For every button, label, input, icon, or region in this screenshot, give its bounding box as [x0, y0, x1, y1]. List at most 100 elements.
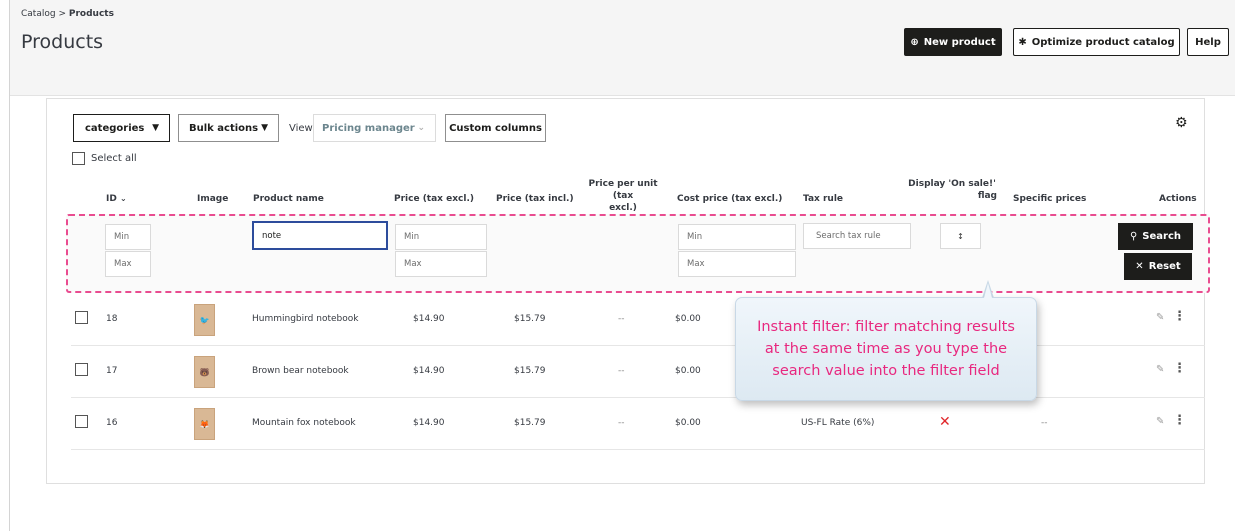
- bulk-actions-dropdown[interactable]: Bulk actions ▼: [178, 114, 279, 142]
- id-label: ID: [106, 194, 117, 204]
- select-all[interactable]: Select all: [72, 152, 137, 165]
- display-onsale-line1: Display 'On sale!': [908, 179, 996, 189]
- row-price-per-unit: --: [618, 314, 625, 324]
- product-thumbnail[interactable]: 🦊: [194, 408, 215, 440]
- page-header: Catalog > Products Products ⊕ New produc…: [10, 0, 1235, 96]
- new-product-button[interactable]: ⊕ New product: [904, 28, 1002, 56]
- table-row[interactable]: 16 🦊 Mountain fox notebook $14.90 $15.79…: [71, 398, 1205, 450]
- reset-label: Reset: [1148, 261, 1181, 272]
- price-max-input[interactable]: Max: [395, 251, 487, 277]
- page-title: Products: [21, 31, 104, 53]
- row-checkbox[interactable]: [75, 311, 88, 324]
- row-cost-price[interactable]: $0.00: [675, 314, 701, 324]
- column-header-actions: Actions: [1159, 194, 1197, 204]
- bear-icon: 🐻: [199, 367, 210, 377]
- column-header-display-onsale[interactable]: Display 'On sale!' flag: [907, 178, 997, 202]
- new-product-label: New product: [923, 36, 996, 48]
- puzzle-icon: ✱: [1018, 36, 1027, 48]
- search-label: Search: [1142, 231, 1182, 242]
- row-id: 16: [106, 418, 118, 428]
- callout-line-3: search value into the filter field: [772, 363, 1000, 379]
- product-thumbnail[interactable]: 🐻: [194, 356, 215, 388]
- edit-icon[interactable]: ✎: [1156, 364, 1164, 375]
- custom-columns-button[interactable]: Custom columns: [445, 114, 546, 142]
- row-product-name[interactable]: Mountain fox notebook: [252, 418, 356, 428]
- row-price-incl[interactable]: $15.79: [514, 314, 546, 324]
- column-header-id[interactable]: ID ⌄: [106, 193, 127, 205]
- onsale-filter-select[interactable]: ↕: [940, 223, 981, 249]
- cost-min-input[interactable]: Min: [678, 224, 796, 250]
- row-checkbox[interactable]: [75, 363, 88, 376]
- row-price-excl[interactable]: $14.90: [413, 366, 445, 376]
- row-cost-price[interactable]: $0.00: [675, 418, 701, 428]
- product-name-filter-input[interactable]: note: [252, 221, 388, 250]
- sort-chevron-icon: ⌄: [119, 194, 127, 203]
- callout-text: Instant filter: filter matching results …: [741, 316, 1031, 382]
- filter-row-highlight: [66, 214, 1210, 293]
- close-icon: ✕: [1135, 261, 1144, 272]
- breadcrumb-catalog[interactable]: Catalog: [21, 9, 56, 19]
- edit-icon[interactable]: ✎: [1156, 312, 1164, 323]
- breadcrumb: Catalog > Products: [21, 9, 114, 19]
- categories-label: categories: [85, 122, 145, 134]
- row-price-incl[interactable]: $15.79: [514, 418, 546, 428]
- row-price-per-unit: --: [618, 418, 625, 428]
- gear-icon[interactable]: ⚙: [1175, 115, 1188, 131]
- row-price-excl[interactable]: $14.90: [413, 314, 445, 324]
- breadcrumb-separator: >: [58, 9, 66, 19]
- select-all-label: Select all: [91, 153, 137, 164]
- more-vertical-icon[interactable]: ⋮: [1173, 413, 1186, 428]
- more-vertical-icon[interactable]: ⋮: [1173, 309, 1186, 324]
- column-header-cost-price[interactable]: Cost price (tax excl.): [677, 193, 782, 205]
- chevron-down-icon: ⌄: [417, 123, 425, 133]
- plus-circle-icon: ⊕: [910, 36, 919, 48]
- row-price-incl[interactable]: $15.79: [514, 366, 546, 376]
- price-min-input[interactable]: Min: [395, 224, 487, 250]
- tooltip-pointer-fill: [984, 283, 992, 298]
- id-min-input[interactable]: Min: [105, 224, 151, 250]
- hummingbird-icon: 🐦: [199, 315, 210, 325]
- row-id: 17: [106, 366, 118, 376]
- select-all-checkbox[interactable]: [72, 152, 85, 165]
- row-product-name[interactable]: Brown bear notebook: [252, 366, 349, 376]
- row-tax-rule[interactable]: US-FL Rate (6%): [801, 418, 874, 428]
- column-header-tax-rule[interactable]: Tax rule: [803, 193, 843, 205]
- optimize-catalog-button[interactable]: ✱ Optimize product catalog: [1013, 28, 1180, 56]
- cost-max-input[interactable]: Max: [678, 251, 796, 277]
- view-select[interactable]: Pricing manager ⌄: [313, 114, 436, 142]
- search-icon: ⚲: [1129, 231, 1138, 242]
- row-specific-prices: --: [1041, 418, 1048, 428]
- price-per-unit-line1: Price per unit (tax: [588, 179, 658, 201]
- row-price-excl[interactable]: $14.90: [413, 418, 445, 428]
- reset-button[interactable]: ✕ Reset: [1124, 253, 1192, 280]
- price-per-unit-line2: excl.): [609, 203, 637, 213]
- breadcrumb-products: Products: [68, 9, 114, 19]
- search-button[interactable]: ⚲ Search: [1118, 223, 1193, 250]
- row-product-name[interactable]: Hummingbird notebook: [252, 314, 358, 324]
- product-thumbnail[interactable]: 🐦: [194, 304, 215, 336]
- more-vertical-icon[interactable]: ⋮: [1173, 361, 1186, 376]
- callout-line-1: Instant filter: filter matching results: [757, 319, 1015, 335]
- row-price-per-unit: --: [618, 366, 625, 376]
- tax-rule-filter-input[interactable]: Search tax rule: [803, 223, 911, 249]
- chevron-down-icon: ▼: [152, 123, 159, 133]
- display-onsale-line2: flag: [977, 191, 997, 201]
- categories-dropdown[interactable]: categories ▼: [73, 114, 170, 142]
- column-header-price-per-unit[interactable]: Price per unit (tax excl.): [582, 178, 664, 214]
- bulk-actions-label: Bulk actions: [189, 122, 259, 134]
- edit-icon[interactable]: ✎: [1156, 416, 1164, 427]
- optimize-label: Optimize product catalog: [1031, 36, 1175, 48]
- row-cost-price[interactable]: $0.00: [675, 366, 701, 376]
- column-header-specific-prices: Specific prices: [1013, 194, 1087, 204]
- id-max-input[interactable]: Max: [105, 251, 151, 277]
- onsale-no-icon[interactable]: ✕: [939, 414, 951, 430]
- column-header-product-name[interactable]: Product name: [253, 193, 324, 205]
- view-select-value: Pricing manager: [322, 122, 415, 134]
- row-checkbox[interactable]: [75, 415, 88, 428]
- app-window: Catalog > Products Products ⊕ New produc…: [9, 0, 1235, 531]
- column-header-price-excl[interactable]: Price (tax excl.): [394, 193, 474, 205]
- help-button[interactable]: Help: [1187, 28, 1229, 56]
- column-header-image: Image: [197, 194, 229, 204]
- column-header-price-incl[interactable]: Price (tax incl.): [496, 193, 574, 205]
- row-id: 18: [106, 314, 118, 324]
